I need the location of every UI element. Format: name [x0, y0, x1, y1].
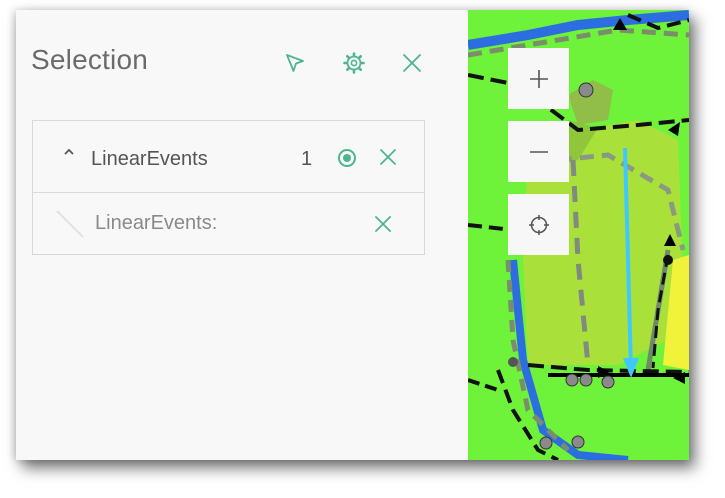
locate-icon	[528, 214, 549, 235]
line-symbol-icon	[55, 209, 85, 239]
app-window: Selection LinearEvents 1 LinearEvents:	[16, 10, 689, 460]
selection-panel: Selection LinearEvents 1 LinearEvents:	[16, 10, 468, 460]
map-line	[468, 378, 499, 392]
feature-name: LinearEvents:	[95, 212, 218, 234]
map-canvas	[468, 10, 689, 460]
zoom-out-button[interactable]	[508, 121, 569, 182]
map-road	[468, 10, 689, 50]
select-arrow-icon[interactable]	[284, 52, 306, 74]
close-icon[interactable]	[401, 52, 423, 74]
selection-list: LinearEvents 1 LinearEvents:	[32, 120, 425, 255]
map-point	[508, 357, 518, 367]
feature-row[interactable]: LinearEvents:	[33, 193, 424, 254]
map-line	[527, 363, 689, 374]
map-point	[601, 375, 615, 389]
map-point	[571, 435, 585, 449]
selection-count: 1	[301, 148, 313, 170]
map-point	[578, 82, 594, 98]
zoom-out-icon	[529, 150, 548, 153]
map-point	[663, 255, 673, 265]
zoom-in-button[interactable]	[508, 48, 569, 109]
map-point	[539, 436, 553, 450]
layer-row[interactable]: LinearEvents 1	[33, 121, 424, 193]
chevron-up-icon[interactable]	[63, 145, 75, 157]
zoom-to-selection-icon[interactable]	[337, 148, 357, 168]
panel-title: Selection	[31, 44, 148, 75]
clear-layer-selection-icon[interactable]	[378, 147, 398, 167]
map-point	[565, 373, 579, 387]
map-arrow	[668, 122, 680, 136]
map-view[interactable]	[468, 10, 689, 460]
zoom-in-icon	[529, 69, 548, 88]
locate-button[interactable]	[508, 194, 569, 255]
layer-name: LinearEvents	[91, 148, 208, 170]
map-point	[579, 373, 593, 387]
clear-feature-icon[interactable]	[373, 214, 393, 234]
gear-icon[interactable]	[343, 52, 365, 74]
